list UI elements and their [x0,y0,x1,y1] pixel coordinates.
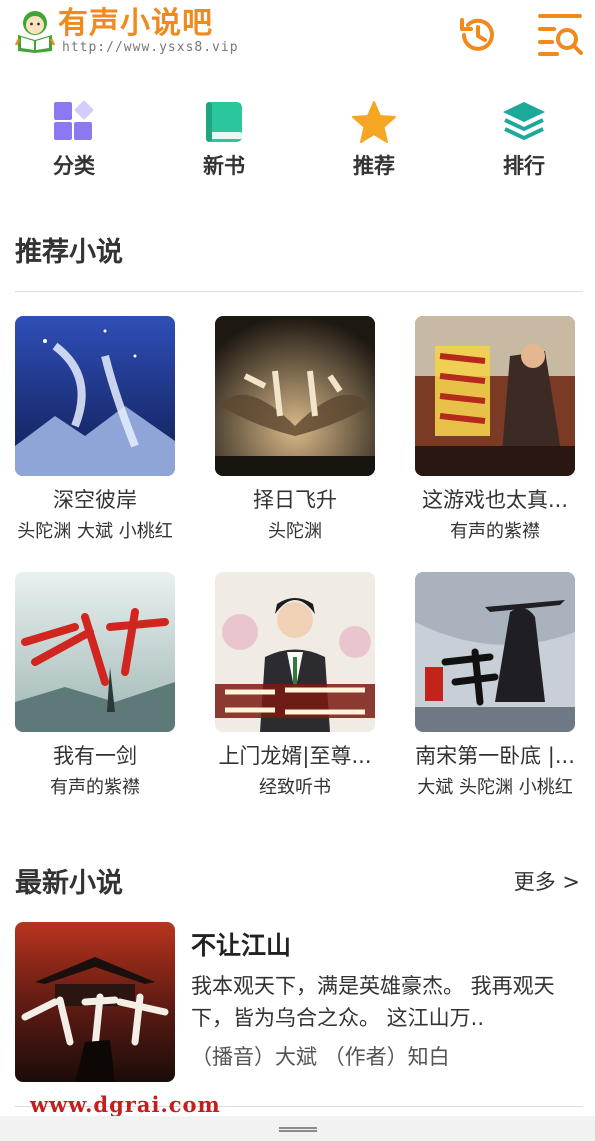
book-cover [15,316,175,476]
book-card[interactable]: 我有一剑 有声的紫襟 [0,572,175,802]
book-author: 头陀渊 大斌 小桃红 [17,521,173,542]
latest-section-title: 最新小说 [15,868,123,899]
latest-book-item[interactable]: 不让江山 我本观天下，满是英雄豪杰。 我再观天下，皆为乌合之众。 这江山万.. … [15,922,583,1084]
book-title: 深空彼岸 [53,488,137,512]
book-cover [215,316,375,476]
nav-label: 推荐 [353,154,395,178]
nav-label: 排行 [503,154,545,178]
divider [15,291,583,292]
book-card[interactable]: 上门龙婿|至尊... 经致听书 [197,572,375,802]
reading-child-icon[interactable] [14,9,56,53]
drag-handle[interactable] [279,1127,317,1132]
latest-book-title: 不让江山 [191,931,292,960]
book-title: 南宋第一卧底 |... [415,744,575,768]
book-cover [15,922,175,1082]
menu-search-icon [538,14,583,56]
nav-item-ranking[interactable]: 排行 [464,98,584,186]
book-author: 头陀渊 [268,521,322,542]
book-title: 上门龙婿|至尊... [218,744,372,768]
category-nav: 分类 新书 推荐 排行 [0,98,595,188]
latest-book-meta: （播音）大斌 （作者）知白 [191,1045,450,1069]
site-url: http://www.ysxs8.vip [62,40,239,55]
book-icon [206,102,242,142]
book-author: 有声的紫襟 [450,521,540,542]
nav-item-recommend[interactable]: 推荐 [314,98,434,186]
history-clock-icon [460,18,494,51]
book-title: 我有一剑 [53,744,137,768]
book-card[interactable]: 这游戏也太真... 有声的紫襟 [397,316,575,546]
category-grid-icon [54,100,94,140]
watermark: www.dgrai.com [30,1092,221,1117]
book-author: 有声的紫襟 [50,777,140,798]
book-cover [415,572,575,732]
layers-icon [503,102,545,140]
book-author: 大斌 头陀渊 小桃红 [417,777,573,798]
book-cover [215,572,375,732]
book-cover [15,572,175,732]
nav-label: 分类 [53,154,95,178]
search-menu-button[interactable] [537,12,583,58]
nav-item-category[interactable]: 分类 [14,98,134,186]
book-author: 经致听书 [259,777,331,798]
recommended-section-title: 推荐小说 [15,237,123,268]
nav-item-new-books[interactable]: 新书 [164,98,284,186]
book-title: 择日飞升 [253,488,337,512]
book-cover [415,316,575,476]
book-card[interactable]: 南宋第一卧底 |... 大斌 头陀渊 小桃红 [397,572,575,802]
top-header: 有声小说吧 http://www.ysxs8.vip [0,0,595,72]
latest-book-description: 我本观天下，满是英雄豪杰。 我再观天下，皆为乌合之众。 这江山万.. [191,974,555,1030]
book-card[interactable]: 择日飞升 头陀渊 [197,316,375,546]
site-name[interactable]: 有声小说吧 [58,6,213,42]
book-title: 这游戏也太真... [421,488,569,512]
book-card[interactable]: 深空彼岸 头陀渊 大斌 小桃红 [0,316,175,546]
more-link[interactable]: 更多 > [514,868,580,896]
star-icon [352,101,396,143]
nav-label: 新书 [203,154,245,178]
history-button[interactable] [454,12,500,58]
